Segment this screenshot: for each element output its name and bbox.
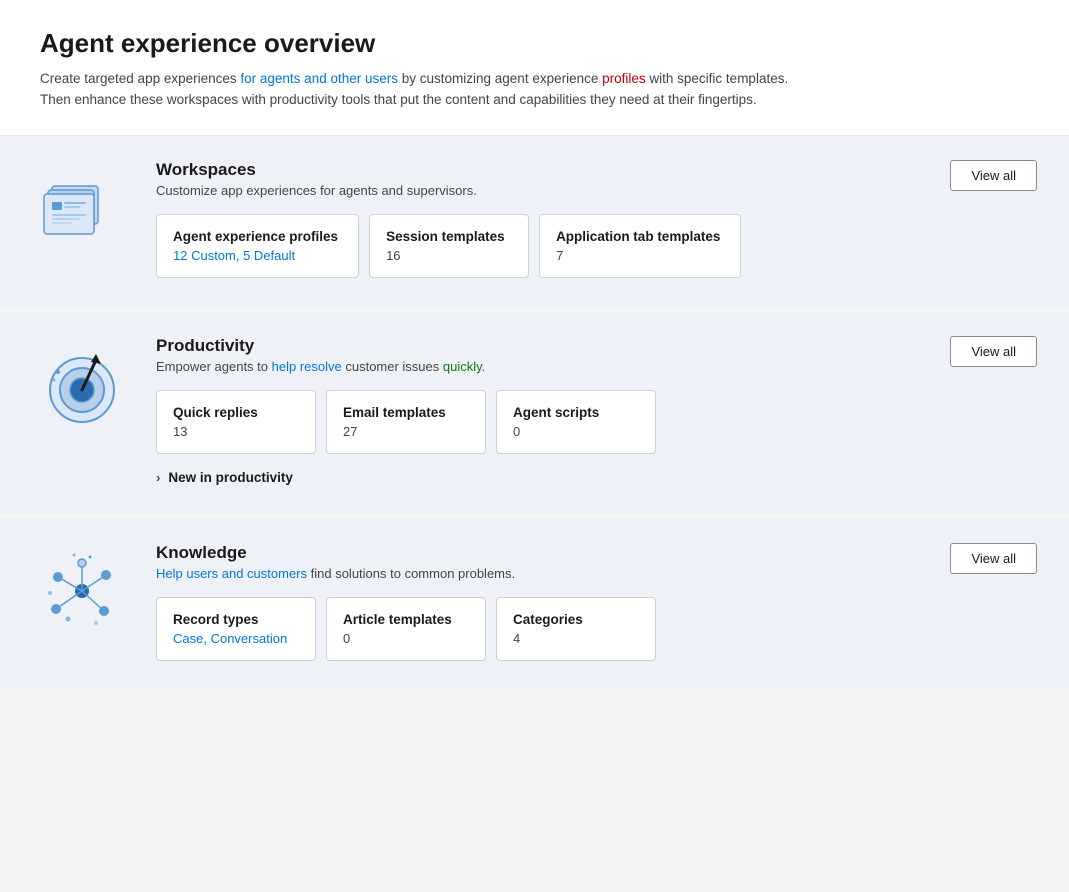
categories-tile[interactable]: Categories 4 — [496, 597, 656, 661]
agent-experience-profiles-tile[interactable]: Agent experience profiles 12 Custom, 5 D… — [156, 214, 359, 278]
knowledge-tiles: Record types Case, Conversation Article … — [156, 597, 1037, 661]
productivity-icon — [32, 336, 132, 428]
workspaces-subtitle: Customize app experiences for agents and… — [156, 183, 477, 198]
knowledge-icon — [32, 543, 132, 635]
workspaces-title: Workspaces — [156, 160, 477, 180]
record-types-label: Record types — [173, 612, 295, 627]
application-tab-templates-tile[interactable]: Application tab templates 7 — [539, 214, 741, 278]
application-tab-templates-label: Application tab templates — [556, 229, 720, 244]
for-agents-link[interactable]: for agents and other users — [240, 71, 398, 86]
workspaces-inner: Workspaces Customize app experiences for… — [0, 136, 1069, 306]
record-types-tile[interactable]: Record types Case, Conversation — [156, 597, 316, 661]
help-resolve-link[interactable]: help resolve — [272, 359, 342, 374]
workspaces-section: Workspaces Customize app experiences for… — [0, 136, 1069, 306]
productivity-content: Productivity Empower agents to help reso… — [156, 336, 1037, 485]
quick-replies-tile[interactable]: Quick replies 13 — [156, 390, 316, 454]
productivity-title: Productivity — [156, 336, 485, 356]
workspaces-tiles: Agent experience profiles 12 Custom, 5 D… — [156, 214, 1037, 278]
application-tab-templates-value: 7 — [556, 248, 720, 263]
session-templates-value: 16 — [386, 248, 508, 263]
new-in-productivity-label: New in productivity — [168, 470, 293, 485]
productivity-inner: Productivity Empower agents to help reso… — [0, 312, 1069, 513]
knowledge-inner: Knowledge Help users and customers find … — [0, 519, 1069, 689]
knowledge-section: Knowledge Help users and customers find … — [0, 513, 1069, 689]
knowledge-header-row: Knowledge Help users and customers find … — [156, 543, 1037, 581]
quick-replies-label: Quick replies — [173, 405, 295, 420]
email-templates-tile[interactable]: Email templates 27 — [326, 390, 486, 454]
agent-scripts-value: 0 — [513, 424, 635, 439]
knowledge-content: Knowledge Help users and customers find … — [156, 543, 1037, 661]
session-templates-tile[interactable]: Session templates 16 — [369, 214, 529, 278]
quick-replies-value: 13 — [173, 424, 295, 439]
article-templates-label: Article templates — [343, 612, 465, 627]
categories-value: 4 — [513, 631, 635, 646]
workspaces-title-group: Workspaces Customize app experiences for… — [156, 160, 477, 198]
email-templates-label: Email templates — [343, 405, 465, 420]
knowledge-view-all-button[interactable]: View all — [950, 543, 1037, 574]
agent-experience-profiles-value: 12 Custom, 5 Default — [173, 248, 338, 263]
page-title: Agent experience overview — [40, 28, 1029, 59]
agent-scripts-label: Agent scripts — [513, 405, 635, 420]
page-container: Agent experience overview Create targete… — [0, 0, 1069, 689]
header-section: Agent experience overview Create targete… — [0, 0, 1069, 136]
productivity-header-row: Productivity Empower agents to help reso… — [156, 336, 1037, 374]
article-templates-tile[interactable]: Article templates 0 — [326, 597, 486, 661]
productivity-title-group: Productivity Empower agents to help reso… — [156, 336, 485, 374]
record-types-value: Case, Conversation — [173, 631, 295, 646]
article-templates-value: 0 — [343, 631, 465, 646]
session-templates-label: Session templates — [386, 229, 508, 244]
chevron-right-icon: › — [156, 470, 160, 485]
workspaces-content: Workspaces Customize app experiences for… — [156, 160, 1037, 278]
knowledge-title-group: Knowledge Help users and customers find … — [156, 543, 515, 581]
new-in-productivity-row[interactable]: › New in productivity — [156, 470, 1037, 485]
workspaces-icon — [32, 160, 132, 252]
workspaces-view-all-button[interactable]: View all — [950, 160, 1037, 191]
quickly-link[interactable]: quickly — [443, 359, 482, 374]
workspaces-header-row: Workspaces Customize app experiences for… — [156, 160, 1037, 198]
productivity-tiles: Quick replies 13 Email templates 27 Agen… — [156, 390, 1037, 454]
knowledge-subtitle: Help users and customers find solutions … — [156, 566, 515, 581]
agent-scripts-tile[interactable]: Agent scripts 0 — [496, 390, 656, 454]
productivity-section: Productivity Empower agents to help reso… — [0, 306, 1069, 513]
productivity-subtitle: Empower agents to help resolve customer … — [156, 359, 485, 374]
agent-experience-profiles-label: Agent experience profiles — [173, 229, 338, 244]
email-templates-value: 27 — [343, 424, 465, 439]
page-description: Create targeted app experiences for agen… — [40, 69, 800, 111]
productivity-view-all-button[interactable]: View all — [950, 336, 1037, 367]
profiles-link[interactable]: profiles — [602, 71, 646, 86]
help-users-link[interactable]: Help users and customers — [156, 566, 307, 581]
categories-label: Categories — [513, 612, 635, 627]
knowledge-title: Knowledge — [156, 543, 515, 563]
